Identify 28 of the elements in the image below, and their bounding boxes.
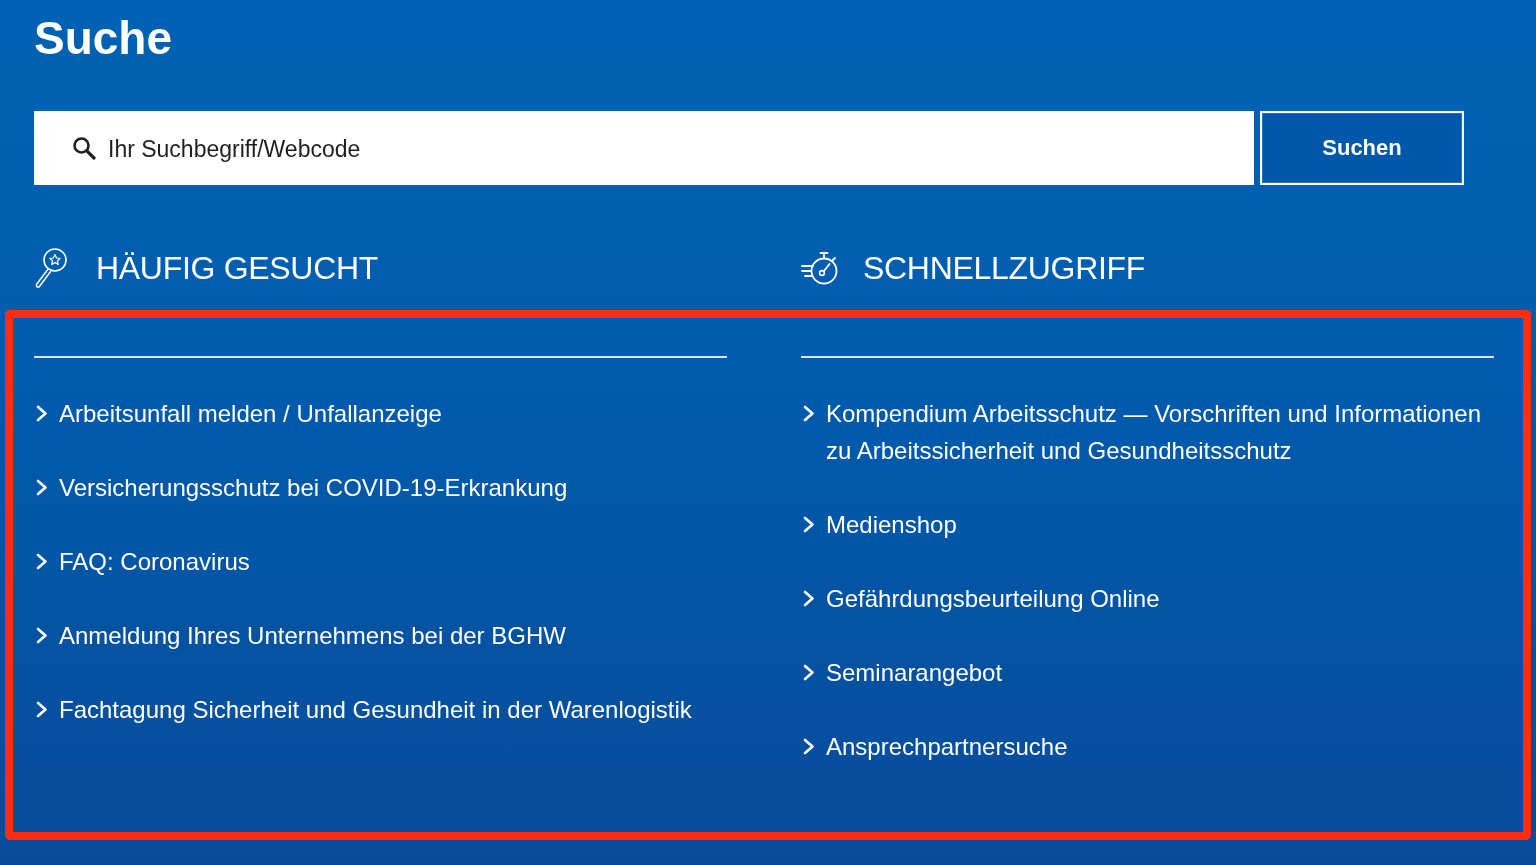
link[interactable]: Fachtagung Sicherheit und Gesundheit in der Warenlogistik: [59, 691, 692, 728]
chevron-right-icon: [803, 590, 815, 607]
chevron-right-icon: [36, 405, 48, 422]
link[interactable]: Ansprechpartnersuche: [826, 728, 1068, 765]
page-title: Suche: [34, 11, 173, 66]
link[interactable]: Arbeitsunfall melden / Unfallanzeige: [59, 395, 442, 432]
chevron-right-icon: [36, 479, 48, 496]
search-field[interactable]: Ihr Suchbegriff/Webcode: [34, 111, 1254, 185]
search-icon: [72, 136, 96, 160]
link[interactable]: Kompendium Arbeitsschutz — Vorschriften und Informationen zu Arbeitssicherheit und Gesundheitsschutz: [826, 395, 1491, 469]
link[interactable]: Medienshop: [826, 506, 957, 543]
link[interactable]: FAQ: Coronavirus: [59, 543, 250, 580]
link[interactable]: Gefährdungsbeurteilung Online: [826, 580, 1160, 617]
chevron-right-icon: [803, 738, 815, 755]
link[interactable]: Anmeldung Ihres Unternehmens bei der BGHW: [59, 617, 566, 654]
link[interactable]: Seminarangebot: [826, 654, 1003, 691]
section-heading: HÄUFIG GESUCHT: [96, 249, 379, 288]
link[interactable]: Versicherungsschutz bei COVID-19-Erkrankung: [59, 469, 568, 506]
chevron-right-icon: [36, 627, 48, 644]
section-heading: SCHNELLZUGRIFF: [863, 249, 1146, 288]
chevron-right-icon: [803, 664, 815, 681]
chevron-right-icon: [803, 516, 815, 533]
chevron-right-icon: [803, 405, 815, 422]
magnifier-star-icon: [34, 247, 68, 289]
stopwatch-icon: [801, 250, 839, 286]
search-button[interactable]: Suchen: [1260, 111, 1464, 185]
chevron-right-icon: [36, 553, 48, 570]
chevron-right-icon: [36, 701, 48, 718]
